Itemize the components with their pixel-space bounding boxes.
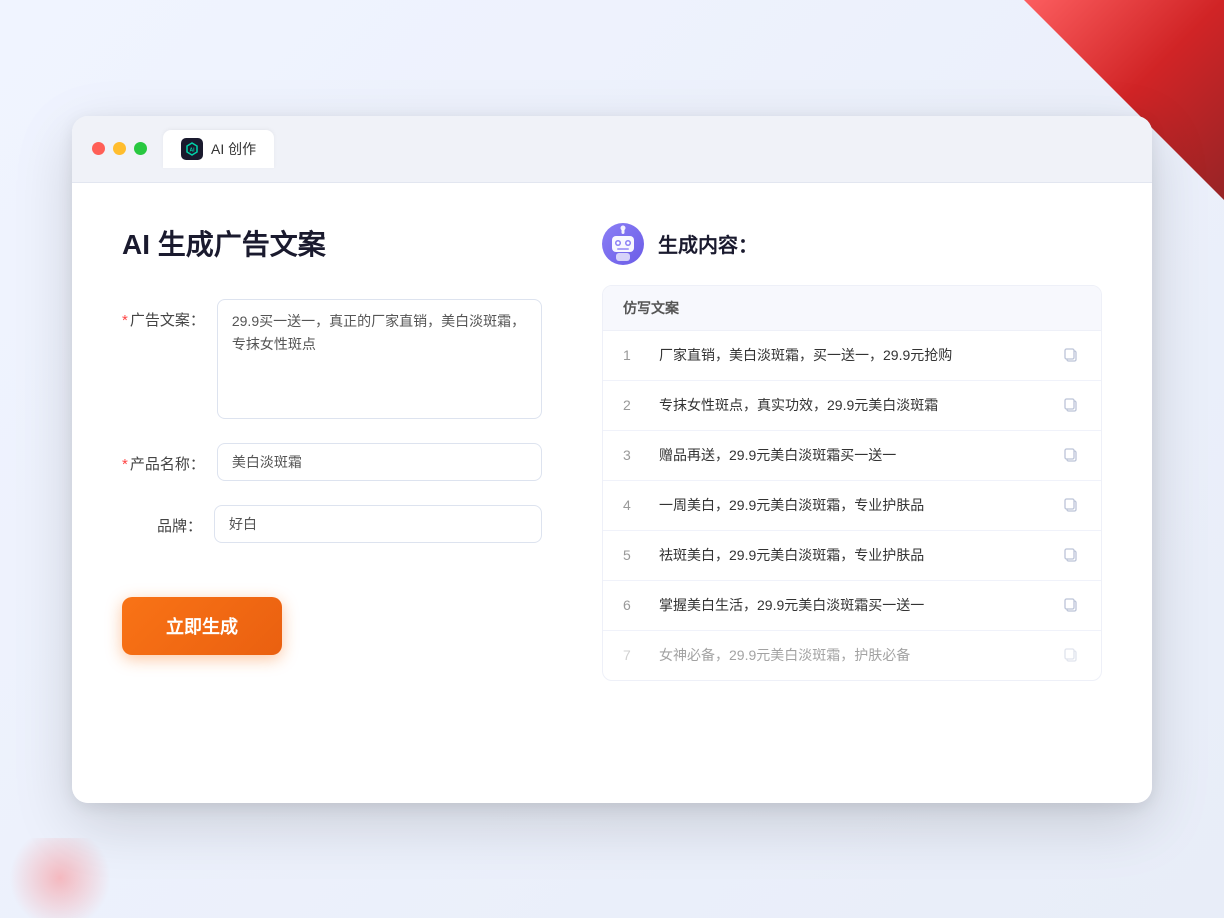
traffic-lights — [92, 142, 147, 155]
row-number: 6 — [623, 597, 643, 613]
row-number: 2 — [623, 397, 643, 413]
brand-group: 品牌： — [122, 505, 542, 543]
maximize-button[interactable] — [134, 142, 147, 155]
row-text: 掌握美白生活，29.9元美白淡斑霜买一送一 — [659, 595, 1045, 616]
left-panel: AI 生成广告文案 *广告文案： *产品名称： 品牌： 立即生成 — [122, 223, 542, 763]
copy-icon[interactable] — [1061, 495, 1081, 515]
browser-tab[interactable]: AI AI 创作 — [163, 130, 274, 168]
copy-icon[interactable] — [1061, 395, 1081, 415]
copy-icon[interactable] — [1061, 595, 1081, 615]
generate-button[interactable]: 立即生成 — [122, 597, 282, 655]
product-name-label: *产品名称： — [122, 443, 205, 474]
copy-icon[interactable] — [1061, 445, 1081, 465]
copy-icon[interactable] — [1061, 545, 1081, 565]
row-text: 赠品再送，29.9元美白淡斑霜买一送一 — [659, 445, 1045, 466]
title-bar: AI AI 创作 — [72, 116, 1152, 183]
row-number: 1 — [623, 347, 643, 363]
right-header: 生成内容： — [602, 223, 1102, 265]
row-text: 厂家直销，美白淡斑霜，买一送一，29.9元抢购 — [659, 345, 1045, 366]
tab-title-label: AI 创作 — [211, 139, 256, 159]
page-title: AI 生成广告文案 — [122, 223, 542, 263]
row-text: 专抹女性斑点，真实功效，29.9元美白淡斑霜 — [659, 395, 1045, 416]
copy-icon[interactable] — [1061, 645, 1081, 665]
table-row: 1 厂家直销，美白淡斑霜，买一送一，29.9元抢购 — [603, 331, 1101, 381]
table-row: 3 赠品再送，29.9元美白淡斑霜买一送一 — [603, 431, 1101, 481]
close-button[interactable] — [92, 142, 105, 155]
ad-copy-label: *广告文案： — [122, 299, 205, 330]
table-header: 仿写文案 — [603, 286, 1101, 331]
product-name-input[interactable] — [217, 443, 542, 481]
svg-text:AI: AI — [190, 147, 196, 153]
browser-window: AI AI 创作 AI 生成广告文案 *广告文案： *产品名称： — [72, 116, 1152, 803]
row-number: 3 — [623, 447, 643, 463]
table-row: 7 女神必备，29.9元美白淡斑霜，护肤必备 — [603, 631, 1101, 680]
ad-copy-group: *广告文案： — [122, 299, 542, 419]
table-row: 4 一周美白，29.9元美白淡斑霜，专业护肤品 — [603, 481, 1101, 531]
robot-icon — [602, 223, 644, 265]
row-number: 5 — [623, 547, 643, 563]
ad-copy-required: * — [122, 312, 128, 329]
tab-ai-icon: AI — [181, 138, 203, 160]
product-name-group: *产品名称： — [122, 443, 542, 481]
row-text: 女神必备，29.9元美白淡斑霜，护肤必备 — [659, 645, 1045, 666]
brand-input[interactable] — [214, 505, 542, 543]
row-number: 4 — [623, 497, 643, 513]
row-text: 祛斑美白，29.9元美白淡斑霜，专业护肤品 — [659, 545, 1045, 566]
table-row: 5 祛斑美白，29.9元美白淡斑霜，专业护肤品 — [603, 531, 1101, 581]
results-table: 仿写文案 1 厂家直销，美白淡斑霜，买一送一，29.9元抢购 2 专抹女性斑点，… — [602, 285, 1102, 681]
right-section-title: 生成内容： — [658, 229, 758, 258]
main-content: AI 生成广告文案 *广告文案： *产品名称： 品牌： 立即生成 — [72, 183, 1152, 803]
minimize-button[interactable] — [113, 142, 126, 155]
brand-label: 品牌： — [122, 505, 202, 536]
table-row: 2 专抹女性斑点，真实功效，29.9元美白淡斑霜 — [603, 381, 1101, 431]
row-number: 7 — [623, 647, 643, 663]
right-panel: 生成内容： 仿写文案 1 厂家直销，美白淡斑霜，买一送一，29.9元抢购 2 专… — [602, 223, 1102, 763]
row-text: 一周美白，29.9元美白淡斑霜，专业护肤品 — [659, 495, 1045, 516]
copy-icon[interactable] — [1061, 345, 1081, 365]
product-name-required: * — [122, 456, 128, 473]
table-row: 6 掌握美白生活，29.9元美白淡斑霜买一送一 — [603, 581, 1101, 631]
background-decoration-bottom-left — [0, 838, 120, 918]
ad-copy-input[interactable] — [217, 299, 542, 419]
